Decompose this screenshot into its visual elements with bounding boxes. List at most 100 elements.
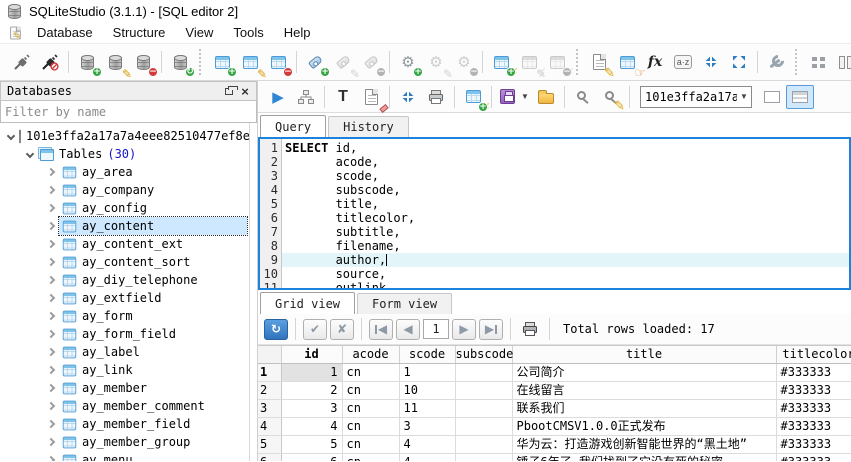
disconnect-db-icon[interactable] (36, 48, 64, 76)
chevron-right-icon[interactable] (46, 293, 56, 303)
tree-item-ay_form[interactable]: ay_form (0, 307, 249, 325)
cell-title[interactable]: 华为云：打造游戏创新智能世界的“黑土地” (512, 435, 777, 454)
tree-item-ay_label[interactable]: ay_label (0, 343, 249, 361)
row-number[interactable]: 1 (258, 363, 282, 382)
prev-page-icon[interactable]: ◀ (396, 318, 420, 340)
cell-id[interactable]: 2 (281, 381, 343, 400)
cell-title[interactable]: PbootCMSV1.0.0正式发布 (512, 417, 777, 436)
chevron-right-icon[interactable] (46, 419, 56, 429)
tab-grid-view[interactable]: Grid view (260, 292, 356, 314)
explain-query-plan-icon[interactable] (292, 83, 320, 111)
expand-windows-icon[interactable] (725, 48, 753, 76)
menu-database[interactable]: Database (27, 23, 103, 42)
commit-icon[interactable]: ✔ (303, 318, 327, 340)
import-data-icon[interactable]: ☞ (613, 48, 646, 80)
cell-title[interactable]: 锤子6年了 我们找到了它没有死的秘密 (512, 453, 777, 461)
split-layout-button[interactable] (786, 84, 814, 109)
refresh-schema-icon[interactable]: ↻ (166, 48, 195, 77)
remove-index-icon[interactable]: − (357, 48, 386, 77)
filter-input[interactable] (1, 101, 256, 122)
cell-titlecolor[interactable]: #333333 (776, 363, 851, 382)
tree-item-ay_form_field[interactable]: ay_form_field (0, 325, 249, 343)
tree-item-ay_content_sort[interactable]: ay_content_sort (0, 253, 249, 271)
settings-wrench-icon[interactable] (762, 48, 790, 76)
cell-titlecolor[interactable]: #333333 (776, 435, 851, 454)
format-sql-icon[interactable]: T (329, 83, 357, 111)
edit-trigger-icon[interactable]: ⚙ ✎ (422, 48, 453, 80)
cell-acode[interactable]: cn (342, 399, 400, 418)
print-results-icon[interactable] (518, 319, 542, 340)
sql-code-editor[interactable]: 1 2 3 4 5 6 7 8 9 10 11 SELECT id, acode, scode, s… (258, 137, 851, 290)
corner-header-cell[interactable] (258, 346, 282, 364)
column-header-id[interactable]: id (281, 346, 343, 364)
edit-table-icon[interactable]: ✎ (236, 48, 267, 80)
add-trigger-icon[interactable]: ⚙ + (394, 48, 423, 77)
menu-tools[interactable]: Tools (223, 23, 273, 42)
cell-title[interactable]: 在线留言 (512, 381, 777, 400)
tabs-layout-button[interactable] (758, 85, 786, 109)
cell-scode[interactable]: 3 (399, 417, 456, 436)
chevron-right-icon[interactable] (46, 185, 56, 195)
tree-item-ay_area[interactable]: ay_area (0, 163, 249, 181)
chevron-right-icon[interactable] (46, 275, 56, 285)
remove-table-icon[interactable]: − (264, 48, 293, 77)
tree-item-ay_extfield[interactable]: ay_extfield (0, 289, 249, 307)
add-database-icon[interactable]: + (73, 48, 102, 77)
clear-history-icon[interactable] (357, 83, 389, 113)
chevron-right-icon[interactable] (46, 401, 56, 411)
find-icon[interactable] (569, 83, 597, 111)
cell-id[interactable]: 4 (281, 417, 343, 436)
tree-item-database[interactable]: 101e3ffa2a17a7a4eee82510477ef8ea ( (0, 127, 249, 145)
cell-id[interactable]: 3 (281, 399, 343, 418)
chevron-right-icon[interactable] (46, 383, 56, 393)
tree-item-ay_member_field[interactable]: ay_member_field (0, 415, 249, 433)
chevron-down-icon[interactable] (25, 149, 35, 159)
remove-database-icon[interactable]: − (129, 48, 158, 77)
remove-trigger-icon[interactable]: ⚙ − (450, 48, 479, 77)
tree-item-tables[interactable]: Tables (30) (0, 145, 249, 163)
edit-view-icon[interactable]: ⚡ ✎ (515, 48, 546, 80)
chevron-right-icon[interactable] (46, 167, 56, 177)
cell-id[interactable]: 6 (281, 453, 343, 461)
cell-acode[interactable]: cn (342, 381, 400, 400)
execute-query-icon[interactable]: ▶ (264, 83, 292, 111)
tab-history[interactable]: History (328, 116, 409, 137)
tree-item-ay_diy_telephone[interactable]: ay_diy_telephone (0, 271, 249, 289)
replace-icon[interactable]: ✎ (597, 83, 625, 113)
cell-title[interactable]: 公司简介 (512, 363, 777, 382)
chevron-right-icon[interactable] (46, 311, 56, 321)
chevron-right-icon[interactable] (46, 437, 56, 447)
chevron-right-icon[interactable] (46, 347, 56, 357)
tab-query[interactable]: Query (260, 115, 327, 137)
next-page-icon[interactable]: ▶ (452, 318, 476, 340)
chevron-right-icon[interactable] (46, 365, 56, 375)
shrink-results-icon[interactable] (394, 83, 422, 111)
first-page-icon[interactable]: ◀ (369, 318, 393, 340)
cell-scode[interactable]: 1 (399, 363, 456, 382)
chevron-right-icon[interactable] (46, 257, 56, 267)
tree-item-ay_member[interactable]: ay_member (0, 379, 249, 397)
cell-scode[interactable]: 11 (399, 399, 456, 418)
remove-view-icon[interactable]: ⚡− (543, 48, 574, 79)
chevron-right-icon[interactable] (46, 203, 56, 213)
column-header-scode[interactable]: scode (399, 346, 456, 364)
row-number[interactable]: 4 (258, 417, 282, 436)
add-index-icon[interactable]: + (301, 48, 330, 77)
code-area[interactable]: SELECT id, acode, scode, subscode, title… (282, 139, 849, 288)
cell-subscode[interactable] (455, 417, 513, 436)
mdi-columns-layout-icon[interactable] (832, 48, 851, 76)
chevron-right-icon[interactable] (46, 239, 56, 249)
tree-item-ay_member_group[interactable]: ay_member_group (0, 433, 249, 451)
database-selector[interactable]: 101e3ffa2a17a ▼ (640, 85, 752, 108)
save-sql-icon[interactable] (496, 83, 518, 111)
tree-item-ay_content[interactable]: ay_content (0, 216, 249, 236)
cell-acode[interactable]: cn (342, 435, 400, 454)
cell-scode[interactable]: 10 (399, 381, 456, 400)
cell-scode[interactable]: 4 (399, 435, 456, 454)
cell-subscode[interactable] (455, 363, 513, 382)
cell-titlecolor[interactable]: #333333 (776, 399, 851, 418)
tree-item-ay_content_ext[interactable]: ay_content_ext (0, 235, 249, 253)
chevron-down-icon[interactable] (6, 131, 16, 141)
chevron-right-icon[interactable] (46, 455, 56, 461)
cell-subscode[interactable] (455, 381, 513, 400)
